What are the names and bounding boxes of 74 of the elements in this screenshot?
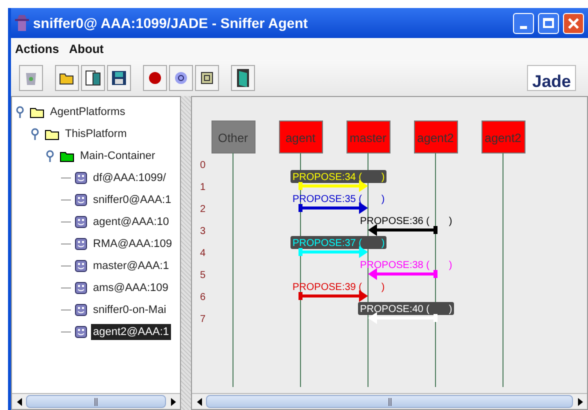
agent-icon: [75, 216, 87, 228]
agent-icon: [75, 304, 87, 316]
row-number: 2: [200, 204, 206, 215]
row-number: 7: [200, 314, 206, 325]
agent-icon: [75, 238, 87, 250]
row-number: 6: [200, 292, 206, 303]
row-number: 5: [200, 270, 206, 281]
tree-item[interactable]: AgentPlatforms: [48, 104, 128, 120]
folder-open-icon[interactable]: [59, 71, 75, 85]
document-icon[interactable]: [85, 70, 101, 86]
tree-item[interactable]: RMA@AAA:109: [91, 236, 174, 252]
record-icon[interactable]: [148, 71, 162, 85]
record-button[interactable]: [143, 65, 167, 91]
agent-icon: [75, 194, 87, 206]
menu-item[interactable]: Actions: [15, 40, 60, 58]
tree-line-icon: [61, 199, 71, 201]
tree-line-icon: [61, 331, 71, 333]
recycle-bin-button[interactable]: [19, 65, 43, 91]
floppy-icon[interactable]: [111, 70, 127, 86]
scroll-grip-icon[interactable]: [388, 398, 392, 406]
row-number: 4: [200, 248, 206, 259]
expand-handle-icon[interactable]: [16, 106, 26, 118]
window-title: sniffer0@ AAA:1099/JADE - Sniffer Agent: [33, 14, 309, 33]
agent-icon: [75, 260, 87, 272]
tree-line-icon: [61, 309, 71, 311]
scroll-right-icon[interactable]: [170, 398, 176, 406]
horizontal-scrollbar[interactable]: [192, 393, 587, 409]
horizontal-scrollbar[interactable]: [12, 393, 180, 409]
scroll-grip-icon[interactable]: [94, 398, 98, 406]
save-button[interactable]: [107, 65, 131, 91]
scroll-left-icon[interactable]: [16, 398, 22, 406]
close-button[interactable]: [563, 12, 584, 34]
scroll-left-icon[interactable]: [196, 398, 202, 406]
message-button[interactable]: [169, 65, 193, 91]
tree-item[interactable]: Main-Container: [78, 148, 158, 164]
spy-icon: [15, 14, 29, 32]
minimize-button[interactable]: [513, 12, 534, 34]
exit-button[interactable]: [231, 65, 255, 91]
tree-line-icon: [61, 265, 71, 267]
row-number: 3: [200, 226, 206, 237]
square-icon[interactable]: [201, 72, 213, 84]
trash-icon[interactable]: [25, 70, 37, 86]
tree-line-icon: [61, 287, 71, 289]
tree-item[interactable]: sniffer0-on-Mai: [91, 302, 168, 318]
box-button[interactable]: [195, 65, 219, 91]
folder-icon: [45, 128, 59, 140]
menu-item[interactable]: About: [69, 40, 104, 58]
tree-line-icon: [61, 221, 71, 223]
agent-icon: [75, 172, 87, 184]
expand-handle-icon[interactable]: [46, 150, 56, 162]
tree-item[interactable]: sniffer0@AAA:1: [91, 192, 174, 208]
open-button[interactable]: [55, 65, 79, 91]
door-icon[interactable]: [236, 68, 250, 88]
expand-handle-icon[interactable]: [31, 128, 41, 140]
agent-icon: [75, 282, 87, 294]
agent-icon: [75, 326, 87, 338]
tree-item[interactable]: df@AAA:1099/: [91, 170, 168, 186]
tree-line-icon: [61, 177, 71, 179]
tree-item[interactable]: ams@AAA:109: [91, 280, 170, 296]
scroll-right-icon[interactable]: [578, 398, 582, 406]
row-number: 0: [200, 160, 206, 171]
row-number: 1: [200, 182, 206, 193]
tree-item[interactable]: agent2@AAA:1: [91, 324, 171, 340]
jade-logo: Jade: [527, 65, 576, 91]
splitter-handle[interactable]: [181, 96, 191, 410]
folder-icon: [30, 106, 44, 118]
document-button[interactable]: [81, 65, 105, 91]
tree-item[interactable]: master@AAA:1: [91, 258, 171, 274]
close-icon[interactable]: [568, 18, 579, 28]
tree-line-icon: [61, 243, 71, 245]
maximize-button[interactable]: [538, 12, 559, 34]
tree-item[interactable]: ThisPlatform: [63, 126, 129, 142]
tree-item[interactable]: agent@AAA:10: [91, 214, 171, 230]
folder-icon: [60, 150, 74, 162]
